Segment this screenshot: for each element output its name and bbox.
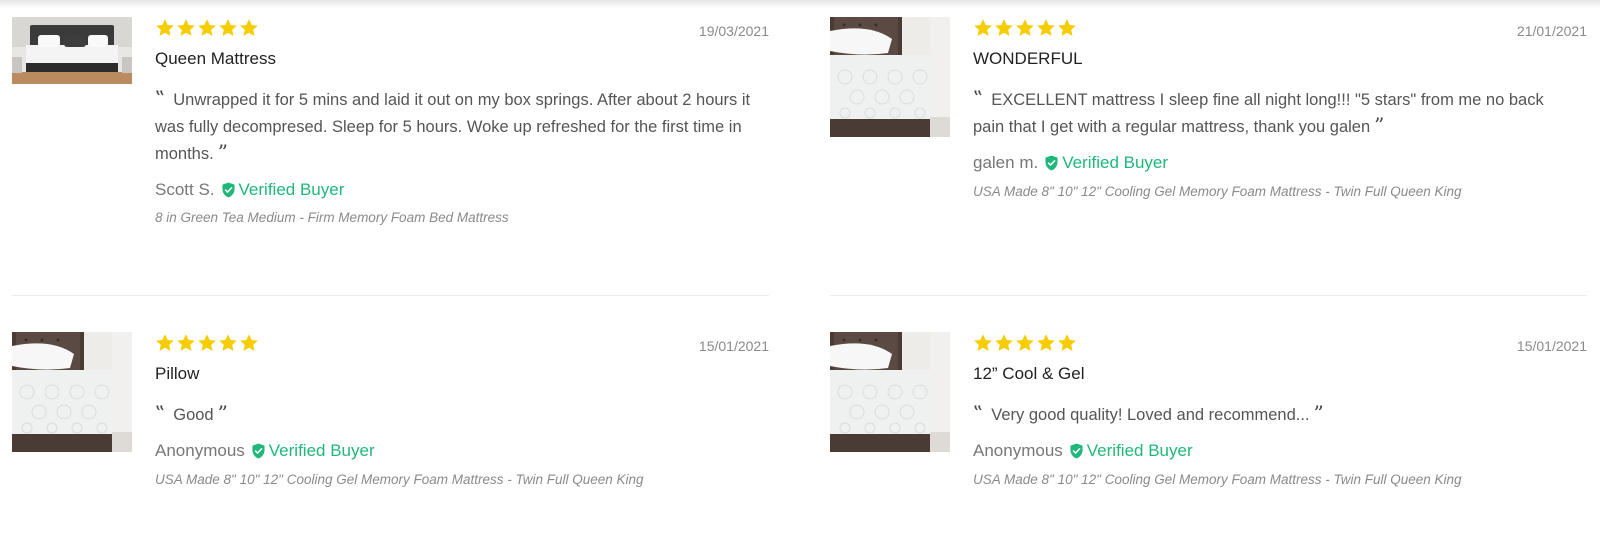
author-name: Scott S. (155, 180, 215, 199)
white-mattress-photo (12, 332, 132, 452)
review-date: 15/01/2021 (698, 338, 769, 354)
product-thumbnail[interactable] (12, 17, 132, 84)
review-body: ‟ Unwrapped it for 5 mins and laid it out… (155, 87, 759, 168)
product-link[interactable]: USA Made 8" 10" 12" Cooling Gel Memory F… (973, 184, 1462, 199)
verified-label: Verified Buyer (268, 441, 375, 460)
close-quote-icon: ” (217, 140, 228, 164)
star-icon (1057, 18, 1077, 38)
star-icon (1015, 18, 1035, 38)
close-quote-icon: ” (1313, 401, 1324, 425)
review-card: 19/03/2021 Queen Mattress ‟ Unwrapped it … (12, 17, 769, 257)
star-icon (994, 18, 1014, 38)
star-icon (176, 18, 196, 38)
shield-check-icon (1044, 155, 1059, 171)
white-mattress-photo (830, 332, 950, 452)
author-row: Scott S. Verified Buyer (155, 180, 344, 200)
star-icon (176, 333, 196, 353)
product-thumbnail[interactable] (830, 332, 950, 452)
star-icon (1036, 18, 1056, 38)
verified-badge: Verified Buyer (1069, 441, 1193, 461)
open-quote-icon: ‟ (155, 86, 166, 110)
review-text: EXCELLENT mattress I sleep fine all nigh… (973, 91, 1544, 136)
product-thumbnail[interactable] (12, 332, 132, 452)
close-quote-icon: ” (1374, 113, 1385, 137)
verified-label: Verified Buyer (1062, 153, 1169, 172)
white-mattress-photo (830, 17, 950, 137)
review-text: Very good quality! Loved and recommend..… (991, 406, 1310, 424)
author-name: galen m. (973, 153, 1039, 172)
star-rating (155, 333, 259, 355)
review-text: Unwrapped it for 5 mins and laid it out … (155, 91, 751, 163)
star-rating (973, 333, 1077, 355)
star-icon (1057, 333, 1077, 353)
author-row: Anonymous Verified Buyer (155, 441, 375, 461)
product-link[interactable]: USA Made 8" 10" 12" Cooling Gel Memory F… (155, 472, 644, 487)
verified-badge: Verified Buyer (251, 441, 375, 461)
review-body: ‟ Good” (155, 402, 759, 429)
star-icon (239, 18, 259, 38)
author-name: Anonymous (973, 441, 1063, 460)
review-text: Good (173, 406, 214, 424)
shield-check-icon (221, 182, 236, 198)
star-icon (197, 333, 217, 353)
shield-check-icon (251, 443, 266, 459)
product-thumbnail[interactable] (830, 17, 950, 137)
star-icon (218, 333, 238, 353)
open-quote-icon: ‟ (973, 86, 984, 110)
review-date: 15/01/2021 (1516, 338, 1587, 354)
review-card: 15/01/2021 12” Cool & Gel ‟ Very good qua… (830, 332, 1587, 522)
top-shadow (0, 0, 1600, 8)
star-icon (155, 18, 175, 38)
review-body: ‟ EXCELLENT mattress I sleep fine all nig… (973, 87, 1577, 141)
star-icon (218, 18, 238, 38)
dark-bedroom-mattress-photo (12, 17, 132, 84)
shield-check-icon (1069, 443, 1084, 459)
divider (12, 295, 769, 296)
star-icon (155, 333, 175, 353)
review-card: 21/01/2021 WONDERFUL ‟ EXCELLENT mattress… (830, 17, 1587, 257)
open-quote-icon: ‟ (155, 401, 166, 425)
review-title: Queen Mattress (155, 49, 276, 68)
review-card: 15/01/2021 Pillow ‟ Good” Anonymous Verif… (12, 332, 769, 522)
author-row: galen m. Verified Buyer (973, 153, 1168, 173)
star-rating (155, 18, 259, 40)
star-icon (197, 18, 217, 38)
review-body: ‟ Very good quality! Loved and recommend.… (973, 402, 1577, 429)
star-icon (1036, 333, 1056, 353)
review-title: WONDERFUL (973, 49, 1083, 68)
star-icon (973, 333, 993, 353)
product-link[interactable]: USA Made 8" 10" 12" Cooling Gel Memory F… (973, 472, 1462, 487)
author-row: Anonymous Verified Buyer (973, 441, 1193, 461)
review-title: 12” Cool & Gel (973, 364, 1085, 383)
product-link[interactable]: 8 in Green Tea Medium - Firm Memory Foam… (155, 210, 509, 225)
verified-label: Verified Buyer (238, 180, 345, 199)
star-icon (239, 333, 259, 353)
verified-badge: Verified Buyer (221, 180, 345, 200)
verified-badge: Verified Buyer (1044, 153, 1168, 173)
review-title: Pillow (155, 364, 200, 383)
star-icon (973, 18, 993, 38)
verified-label: Verified Buyer (1086, 441, 1193, 460)
review-date: 21/01/2021 (1516, 23, 1587, 39)
star-rating (973, 18, 1077, 40)
close-quote-icon: ” (217, 401, 228, 425)
star-icon (994, 333, 1014, 353)
open-quote-icon: ‟ (973, 401, 984, 425)
divider (830, 295, 1587, 296)
star-icon (1015, 333, 1035, 353)
author-name: Anonymous (155, 441, 245, 460)
review-date: 19/03/2021 (698, 23, 769, 39)
